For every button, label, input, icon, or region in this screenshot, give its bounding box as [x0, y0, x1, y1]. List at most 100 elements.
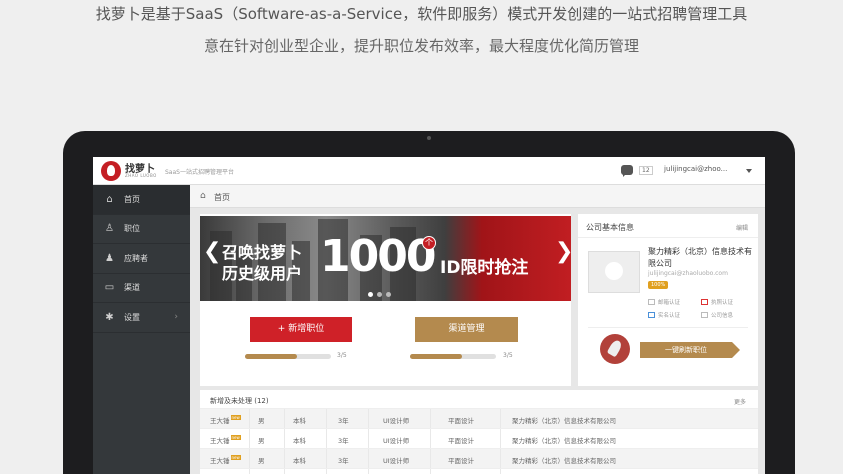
table-cell: 平面设计	[448, 455, 474, 465]
verify-email[interactable]: 邮箱认证	[648, 298, 680, 306]
channel-progress-fill	[410, 354, 462, 359]
table-cell: 聚力精彩（北京）信息技术有限公司	[512, 415, 616, 425]
column-divider	[368, 469, 369, 474]
sidebar-item-label: 首页	[124, 194, 140, 204]
laptop-frame: 找萝卜 ZHAO LUOBO SaaS一站式招聘管理平台 12 julijing…	[63, 131, 795, 474]
table-cell: 3年	[338, 455, 349, 465]
chat-icon[interactable]	[621, 165, 633, 177]
table-cell: 王大锤 new	[210, 415, 241, 425]
gear-icon: ✱	[105, 311, 114, 323]
divider	[588, 327, 748, 328]
table-cell: 王大锤 new	[210, 455, 241, 465]
table-cell-text: 本科	[293, 417, 306, 425]
table-cell: UI设计师	[383, 455, 409, 465]
new-badge: new	[230, 435, 241, 440]
sidebar-item-home[interactable]: ⌂ 首页	[93, 185, 190, 215]
sidebar-item-channels[interactable]: ▭ 渠道	[93, 274, 190, 303]
table-cell-text: UI设计师	[383, 437, 410, 445]
app-screen: 找萝卜 ZHAO LUOBO SaaS一站式招聘管理平台 12 julijing…	[93, 157, 765, 474]
sidebar-item-jobs[interactable]: ♙ 职位	[93, 215, 190, 244]
edit-link[interactable]: 编辑	[736, 223, 748, 232]
table-title-text: 新增及未处理	[210, 397, 252, 405]
column-divider	[284, 449, 285, 469]
table-cell-text: 平面设计	[448, 417, 474, 425]
verify-license[interactable]: 执照认证	[701, 298, 733, 306]
breadcrumb: ⌂ 首页	[190, 185, 765, 208]
column-divider	[249, 429, 250, 449]
quick-actions-panel: ❮ ❯ 召唤找萝卜 历史级用户 1000 个 ID限时抢注 + 新增职位 渠道管…	[200, 214, 571, 386]
sidebar-item-settings[interactable]: ✱ 设置 ›	[93, 303, 190, 333]
user-account[interactable]: julijingcai@zhoo...	[664, 165, 727, 173]
banner-line2: 历史级用户	[222, 264, 303, 283]
column-divider	[500, 429, 501, 449]
sidebar: ⌂ 首页 ♙ 职位 ♟ 应聘者 ▭ 渠道 ✱ 设置 ›	[93, 185, 190, 474]
logo-icon[interactable]	[101, 161, 121, 181]
table-row[interactable]: 王大锤new男本科3年UI设计师平面设计聚力精彩（北京）信息技术有限公司	[200, 468, 758, 474]
table-cell: 聚力精彩（北京）信息技术有限公司	[512, 455, 616, 465]
table-cell-text: UI设计师	[383, 457, 410, 465]
mail-icon	[648, 299, 655, 305]
banner-dot[interactable]	[386, 292, 391, 297]
column-divider	[326, 449, 327, 469]
table-cell-text: 3年	[338, 457, 349, 465]
table-count: (12)	[254, 397, 269, 405]
column-divider	[500, 449, 501, 469]
table-cell: 3年	[338, 435, 349, 445]
table-cell: UI设计师	[383, 415, 409, 425]
column-divider	[284, 409, 285, 429]
table-row[interactable]: 王大锤new男本科3年UI设计师平面设计聚力精彩（北京）信息技术有限公司	[200, 428, 758, 449]
banner-next-icon[interactable]: ❯	[555, 241, 571, 263]
job-progress-label: 3/5	[337, 352, 347, 359]
profile-score-badge: 100%	[648, 281, 669, 289]
table-row[interactable]: 王大锤new男本科3年UI设计师平面设计聚力精彩（北京）信息技术有限公司	[200, 448, 758, 469]
table-cell: UI设计师	[383, 435, 409, 445]
add-job-button[interactable]: + 新增职位	[250, 317, 352, 342]
company-logo	[588, 251, 640, 293]
verify-label: 执照认证	[711, 300, 734, 306]
sidebar-item-label: 设置	[124, 312, 140, 322]
verify-realname[interactable]: 实名认证	[648, 311, 680, 319]
channel-manage-button[interactable]: 渠道管理	[415, 317, 518, 342]
more-link[interactable]: 更多	[734, 397, 746, 406]
table-cell-text: UI设计师	[383, 417, 410, 425]
table-cell: 本科	[293, 415, 306, 425]
column-divider	[249, 409, 250, 429]
promo-banner[interactable]: ❮ ❯ 召唤找萝卜 历史级用户 1000 个 ID限时抢注	[200, 216, 571, 301]
table-cell-text: 3年	[338, 417, 349, 425]
column-divider	[368, 409, 369, 429]
message-count-badge[interactable]: 12	[639, 166, 653, 175]
column-divider	[249, 449, 250, 469]
home-icon[interactable]: ⌂	[200, 192, 206, 201]
column-divider	[430, 409, 431, 429]
sidebar-item-label: 应聘者	[124, 253, 148, 263]
column-divider	[430, 469, 431, 474]
table-cell: 男	[258, 435, 265, 445]
sidebar-item-applicants[interactable]: ♟ 应聘者	[93, 244, 190, 274]
verify-label: 实名认证	[658, 313, 681, 319]
id-card-icon	[648, 312, 655, 318]
refresh-jobs-button[interactable]: 一键刷新职位	[640, 342, 740, 358]
job-progress-fill	[245, 354, 297, 359]
banner-dot[interactable]	[377, 292, 382, 297]
company-info-card: 公司基本信息 编辑 聚力精彩（北京）信息技术有限公司 julijingcai@z…	[578, 214, 758, 386]
banner-dot[interactable]	[368, 292, 373, 297]
divider	[578, 237, 758, 238]
table-cell-text: 3年	[338, 437, 349, 445]
company-name: 聚力精彩（北京）信息技术有限公司	[648, 247, 752, 268]
user-icon: ♟	[105, 252, 114, 264]
document-icon	[701, 312, 708, 318]
banner-number: 1000	[320, 231, 436, 282]
chevron-down-icon[interactable]	[746, 169, 752, 173]
banner-prev-icon[interactable]: ❮	[203, 241, 221, 263]
verify-company-info[interactable]: 公司信息	[701, 311, 733, 319]
table-cell-text: 聚力精彩（北京）信息技术有限公司	[512, 417, 616, 425]
headline-line1: 找萝卜是基于SaaS（Software-as-a-Service，软件即服务）模…	[95, 5, 748, 23]
table-cell-text: 聚力精彩（北京）信息技术有限公司	[512, 457, 616, 465]
table-cell-text: 聚力精彩（北京）信息技术有限公司	[512, 437, 616, 445]
column-divider	[249, 469, 250, 474]
table-row[interactable]: 王大锤new 男 本科 3年 UI设计师 平面设计 聚力精彩（北京）信息技术有限公司	[200, 408, 758, 429]
column-divider	[284, 469, 285, 474]
verify-label: 公司信息	[711, 313, 734, 319]
breadcrumb-item[interactable]: 首页	[214, 192, 230, 203]
table-cell: 男	[258, 415, 265, 425]
